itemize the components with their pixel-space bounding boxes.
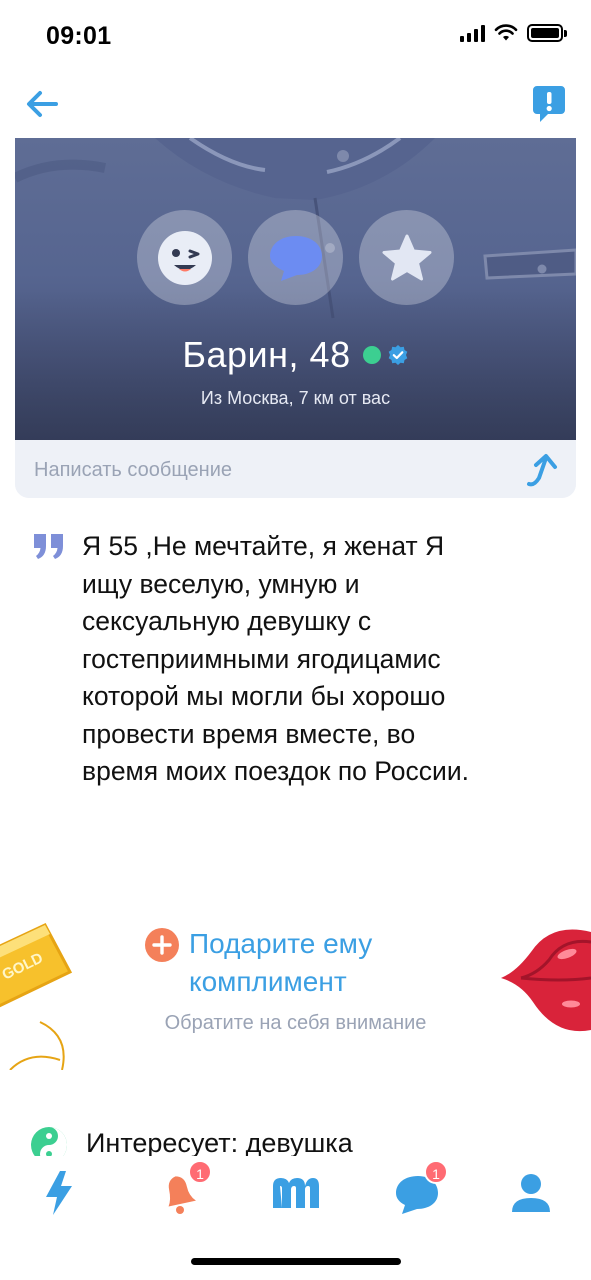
compliment-section: GOLD Подарите ему комплимент Обратите на… xyxy=(0,900,591,1090)
compliment-title-line: комплимент xyxy=(189,966,347,997)
quote-icon xyxy=(34,534,63,559)
profile-icon xyxy=(512,1174,550,1212)
bio-line: гостеприимными ягодицамис xyxy=(82,643,441,674)
online-status-indicator xyxy=(362,346,381,364)
status-time: 09:01 xyxy=(46,22,112,50)
profile-location: Из Москва, 7 км от вас xyxy=(200,388,391,408)
message-input[interactable]: Написать сообщение xyxy=(15,440,576,498)
m-logo-icon xyxy=(273,1178,319,1208)
star-icon xyxy=(382,234,431,280)
verified-badge-icon xyxy=(388,345,407,365)
bio-line: время моих поездок по России. xyxy=(82,756,469,786)
bio-line: сексуальную девушку с xyxy=(82,606,372,636)
wifi-icon xyxy=(494,24,518,41)
profile-photo[interactable]: Барин, 48 Из Москва, 7 км от вас xyxy=(15,138,576,440)
cellular-signal-icon xyxy=(460,24,485,42)
status-icons xyxy=(460,24,567,42)
message-button[interactable] xyxy=(248,210,343,305)
report-icon[interactable] xyxy=(532,84,566,124)
status-bar: 09:01 xyxy=(0,0,591,70)
profile-action-row xyxy=(15,210,576,305)
interests-row: Интересует: девушка xyxy=(30,1122,570,1156)
home-indicator xyxy=(191,1258,401,1265)
profile-name-row: Барин, 48 xyxy=(15,334,576,376)
profile-card: Барин, 48 Из Москва, 7 км от вас Написат… xyxy=(15,138,576,498)
compliment-title: Подарите ему комплимент xyxy=(189,925,459,1001)
wink-icon xyxy=(157,230,212,285)
compliment-title-line: Подарите ему xyxy=(189,928,373,959)
tab-home[interactable] xyxy=(270,1168,320,1218)
yin-yang-icon xyxy=(31,1127,67,1156)
lips-icon xyxy=(501,929,591,1032)
bio-line: которой мы могли бы хорошо xyxy=(82,681,446,711)
interests-text: Интересует: девушка xyxy=(86,1128,353,1156)
messages-badge: 1 xyxy=(424,1160,448,1184)
lightning-icon xyxy=(46,1171,72,1215)
tab-profile[interactable] xyxy=(508,1168,558,1218)
bio-line: Я 55 ,Не мечтайте, я женат Я xyxy=(82,531,445,561)
send-arrow-icon[interactable] xyxy=(524,450,562,490)
bio-line: ищу веселую, умную и xyxy=(82,568,360,599)
bio-text: Я 55 ,Не мечтайте, я женат Я ищу веселую… xyxy=(82,528,572,791)
plus-icon xyxy=(145,928,179,962)
notification-badge: 1 xyxy=(188,1160,212,1184)
tab-messages[interactable]: 1 xyxy=(392,1160,448,1218)
message-placeholder: Написать сообщение xyxy=(34,459,233,481)
gold-bar-icon: GOLD xyxy=(0,923,73,1070)
bio-line: провести время вместе, во xyxy=(82,718,416,749)
favorite-button[interactable] xyxy=(359,210,454,305)
wink-button[interactable] xyxy=(137,210,232,305)
tab-lightning[interactable] xyxy=(36,1168,86,1218)
profile-name: Барин, 48 xyxy=(182,334,351,375)
message-bubble-icon xyxy=(269,235,322,281)
back-arrow-icon[interactable] xyxy=(22,84,62,124)
battery-icon xyxy=(527,24,567,42)
tab-notifications[interactable]: 1 xyxy=(156,1160,212,1218)
